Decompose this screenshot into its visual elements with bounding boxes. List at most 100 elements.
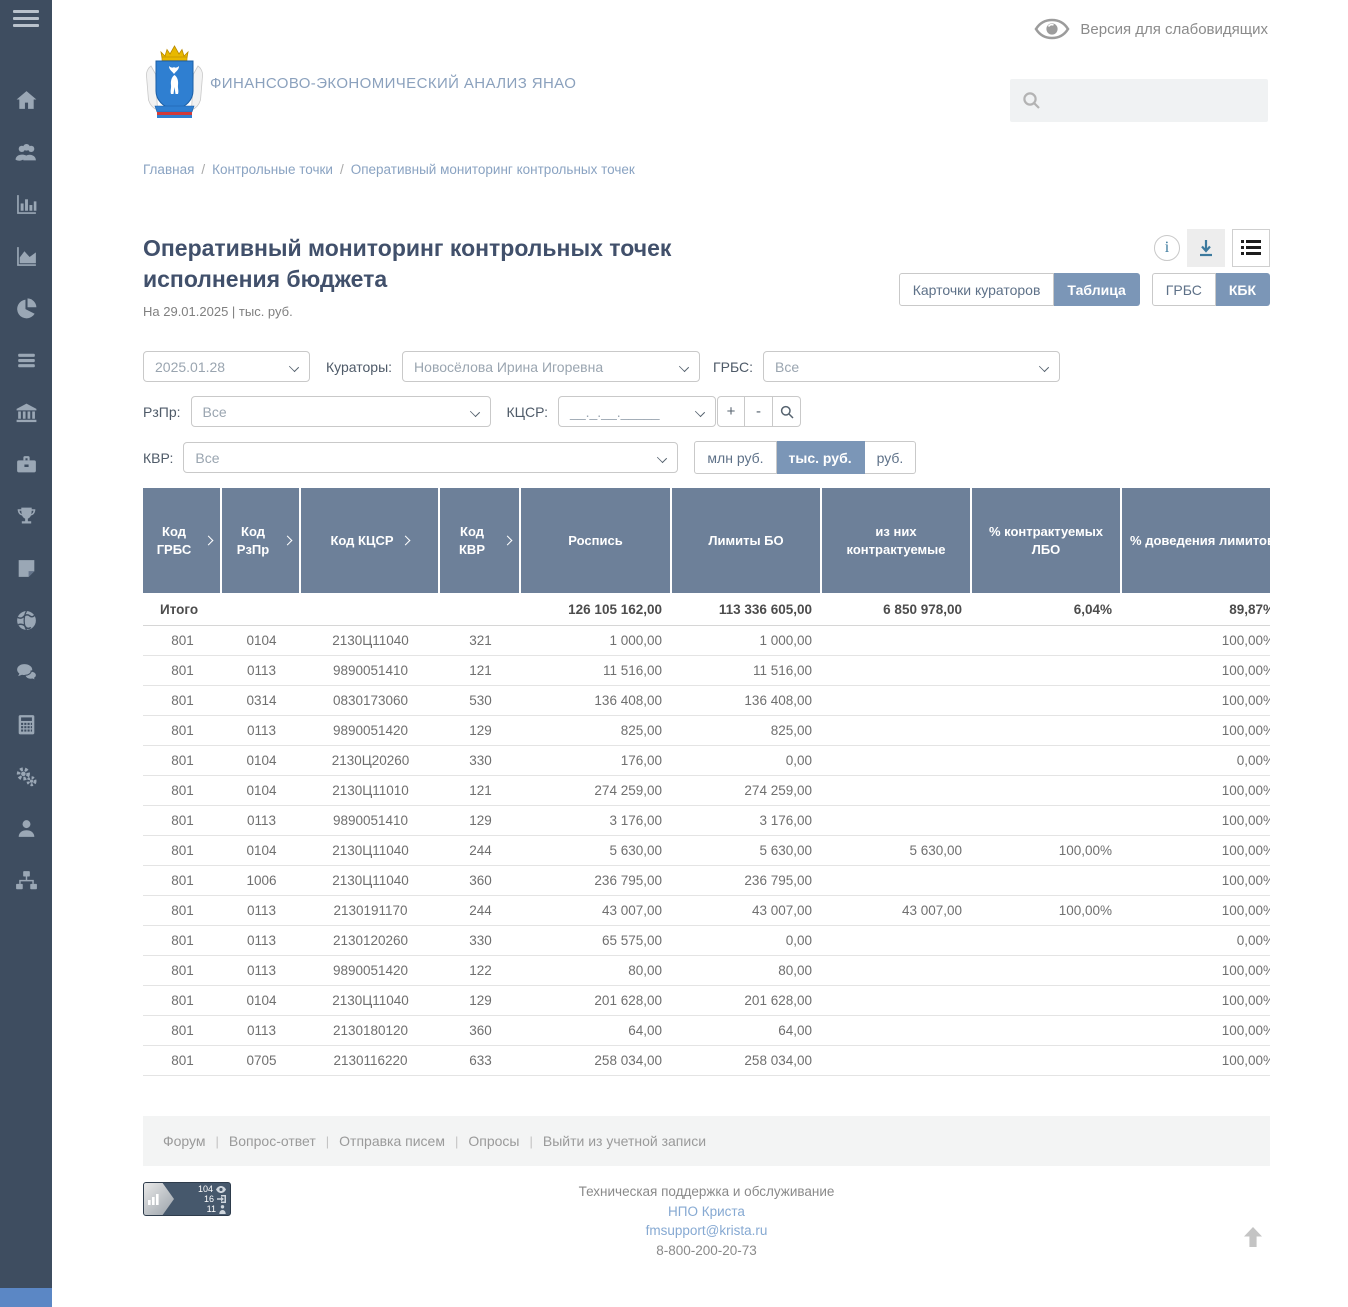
- breadcrumb-control-points[interactable]: Контрольные точки: [212, 162, 333, 177]
- home-icon[interactable]: [13, 87, 39, 113]
- toggle-tys-rub[interactable]: тыс. руб.: [776, 441, 865, 474]
- info-icon[interactable]: i: [1154, 235, 1180, 261]
- grbs-select[interactable]: Все: [763, 351, 1060, 382]
- table-row[interactable]: 801 0113 9890051410 129 3 176,00 3 176,0…: [143, 806, 1270, 836]
- date-select[interactable]: 2025.01.28: [143, 351, 310, 382]
- chat-icon[interactable]: [13, 659, 39, 685]
- cell-rzpr: 0705: [246, 1053, 277, 1068]
- table-row[interactable]: 801 0314 0830173060 530 136 408,00 136 4…: [143, 686, 1270, 716]
- table-row[interactable]: 801 0104 2130Ц11040 244 5 630,00 5 630,0…: [143, 836, 1270, 866]
- col-header-contract[interactable]: из них контрактуемые: [822, 488, 972, 593]
- logo[interactable]: ФИНАНСОВО-ЭКОНОМИЧЕСКИЙ АНАЛИЗ ЯНАО: [143, 44, 576, 122]
- users-icon[interactable]: [13, 139, 39, 165]
- table-row[interactable]: 801 0113 9890051410 121 11 516,00 11 516…: [143, 656, 1270, 686]
- list-icon[interactable]: [13, 347, 39, 373]
- table-row[interactable]: 801 0705 2130116220 633 258 034,00 258 0…: [143, 1046, 1270, 1076]
- toggle-rub[interactable]: руб.: [864, 441, 917, 474]
- toggle-kbk[interactable]: КБК: [1215, 273, 1270, 306]
- list-view-button[interactable]: [1232, 229, 1270, 267]
- bar-chart-icon[interactable]: [13, 191, 39, 217]
- kcsr-select[interactable]: __._.__._____: [558, 396, 717, 427]
- gears-icon[interactable]: [13, 763, 39, 789]
- cell-kvr: 330: [469, 933, 492, 948]
- cell-limits: 11 516,00: [752, 663, 812, 678]
- eye-icon: [1034, 18, 1070, 40]
- footer-link-qa[interactable]: Вопрос-ответ: [229, 1133, 316, 1149]
- cell-pct-dov: 0,00%: [1236, 933, 1270, 948]
- cell-kvr: 321: [469, 633, 492, 648]
- grbs-label: ГРБС:: [713, 358, 753, 375]
- cell-kvr: 129: [469, 993, 492, 1008]
- cell-limits: 136 408,00: [744, 693, 812, 708]
- list-view-icon: [1241, 240, 1261, 255]
- kvr-select[interactable]: Все: [183, 442, 679, 473]
- toggle-curator-cards[interactable]: Карточки кураторов: [898, 273, 1055, 306]
- footer-link-logout[interactable]: Выйти из учетной записи: [543, 1133, 706, 1149]
- cell-pct-dov: 0,00%: [1236, 753, 1270, 768]
- col-header-kvr[interactable]: Код КВР: [440, 488, 521, 593]
- bank-icon[interactable]: [13, 399, 39, 425]
- support-email-link[interactable]: fmsupport@krista.ru: [143, 1221, 1270, 1241]
- table-row[interactable]: 801 0104 2130Ц11010 121 274 259,00 274 2…: [143, 776, 1270, 806]
- globe-icon[interactable]: [13, 607, 39, 633]
- scroll-top-button[interactable]: [1240, 1224, 1266, 1255]
- cell-pct-dov: 100,00%: [1221, 963, 1270, 978]
- search-box[interactable]: [1010, 79, 1268, 122]
- table-row[interactable]: 801 0113 2130120260 330 65 575,00 0,00 0…: [143, 926, 1270, 956]
- table-row[interactable]: 801 0113 2130180120 360 64,00 64,00 100,…: [143, 1016, 1270, 1046]
- table-row[interactable]: 801 0113 2130191170 244 43 007,00 43 007…: [143, 896, 1270, 926]
- note-icon[interactable]: [13, 555, 39, 581]
- col-header-rospis[interactable]: Роспись: [521, 488, 672, 593]
- col-header-pct-lbo[interactable]: % контрактуемых ЛБО: [972, 488, 1122, 593]
- trophy-icon[interactable]: [13, 503, 39, 529]
- col-header-pct-dov[interactable]: % доведения лимитов: [1122, 488, 1270, 593]
- sitemap-icon[interactable]: [13, 867, 39, 893]
- support-title: Техническая поддержка и обслуживание: [578, 1184, 835, 1199]
- table-row[interactable]: 801 0113 9890051420 122 80,00 80,00 100,…: [143, 956, 1270, 986]
- cell-grbs: 801: [171, 693, 194, 708]
- footer-link-mail[interactable]: Отправка писем: [339, 1133, 445, 1149]
- footer-link-forum[interactable]: Форум: [163, 1133, 206, 1149]
- area-chart-icon[interactable]: [13, 243, 39, 269]
- pie-chart-icon[interactable]: [13, 295, 39, 321]
- footer-link-polls[interactable]: Опросы: [468, 1133, 519, 1149]
- person-icon[interactable]: [13, 815, 39, 841]
- calculator-icon[interactable]: [13, 711, 39, 737]
- table-row[interactable]: 801 1006 2130Ц11040 360 236 795,00 236 7…: [143, 866, 1270, 896]
- col-header-grbs[interactable]: Код ГРБС: [143, 488, 222, 593]
- table-row[interactable]: 801 0104 2130Ц11040 321 1 000,00 1 000,0…: [143, 626, 1270, 656]
- toggle-grbs[interactable]: ГРБС: [1151, 273, 1216, 306]
- col-header-kcsr[interactable]: Код КЦСР: [301, 488, 440, 593]
- cell-kvr: 360: [469, 1023, 492, 1038]
- col-header-rzpr[interactable]: Код РзПр: [222, 488, 301, 593]
- kcsr-expand-button[interactable]: +: [717, 396, 746, 427]
- kcsr-search-button[interactable]: [773, 396, 802, 427]
- cell-pct-lbo: [972, 926, 1122, 955]
- cell-pct-lbo: [972, 626, 1122, 655]
- cell-pct-lbo: [972, 746, 1122, 775]
- search-input[interactable]: [1049, 92, 1256, 109]
- cell-pct-lbo: [972, 806, 1122, 835]
- col-header-limits[interactable]: Лимиты БО: [672, 488, 822, 593]
- kcsr-collapse-button[interactable]: -: [745, 396, 774, 427]
- cell-rospis: 64,00: [628, 1023, 662, 1038]
- support-org-link[interactable]: НПО Криста: [143, 1202, 1270, 1222]
- curators-select[interactable]: Новосёлова Ирина Игоревна: [402, 351, 701, 382]
- table-row[interactable]: 801 0104 2130Ц20260 330 176,00 0,00 0,00…: [143, 746, 1270, 776]
- toggle-table[interactable]: Таблица: [1054, 273, 1140, 306]
- table-row[interactable]: 801 0113 9890051420 129 825,00 825,00 10…: [143, 716, 1270, 746]
- table-row[interactable]: 801 0104 2130Ц11040 129 201 628,00 201 6…: [143, 986, 1270, 1016]
- cell-kcsr: 2130Ц11040: [332, 873, 409, 888]
- toggle-mln-rub[interactable]: млн руб.: [694, 441, 777, 474]
- app-title: ФИНАНСОВО-ЭКОНОМИЧЕСКИЙ АНАЛИЗ ЯНАО: [210, 74, 577, 92]
- briefcase-icon[interactable]: [13, 451, 39, 477]
- cell-pct-lbo: [972, 716, 1122, 745]
- accessibility-toggle[interactable]: Версия для слабовидящих: [1034, 18, 1268, 40]
- cell-pct-dov: 100,00%: [1221, 993, 1270, 1008]
- sort-icon: [203, 535, 214, 546]
- cell-kvr: 330: [469, 753, 492, 768]
- download-button[interactable]: [1187, 229, 1225, 267]
- menu-icon[interactable]: [13, 10, 52, 27]
- breadcrumb-home[interactable]: Главная: [143, 162, 194, 177]
- rzpr-select[interactable]: Все: [190, 396, 491, 427]
